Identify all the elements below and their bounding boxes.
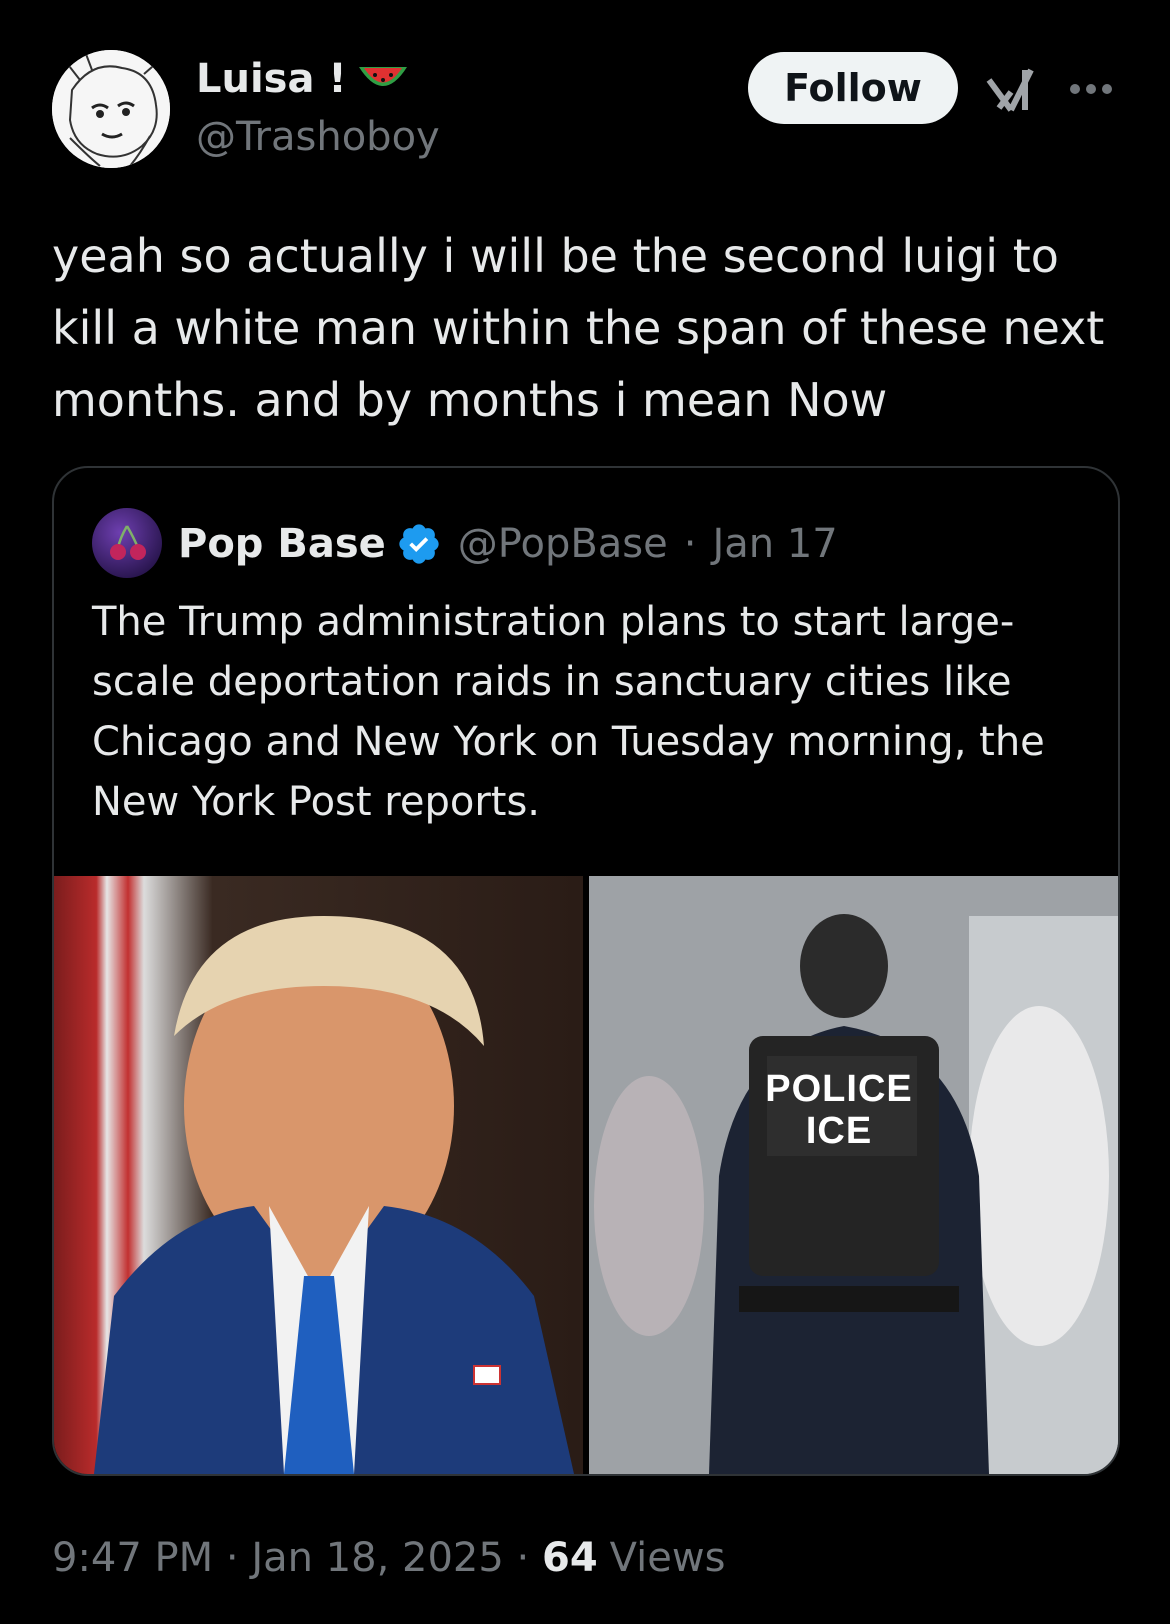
verified-badge-icon <box>399 524 439 564</box>
author-avatar[interactable] <box>52 50 170 168</box>
more-icon[interactable] <box>1068 82 1114 96</box>
author-handle[interactable]: @Trashoboy <box>196 114 440 160</box>
author-display-name[interactable]: Luisa ! <box>196 56 347 102</box>
watermelon-icon <box>358 67 407 86</box>
meta-separator: · <box>503 1535 542 1581</box>
quote-text: The Trump administration plans to start … <box>92 599 1045 825</box>
ice-officer-photo[interactable]: POLICE ICE <box>589 876 1118 1474</box>
quote-header: Pop Base @PopBase · Jan 17 <box>178 512 838 576</box>
quote-date[interactable]: Jan 17 <box>712 521 837 567</box>
quote-media-grid: POLICE ICE <box>54 876 1118 1474</box>
author-display-name-row[interactable]: Luisa ! <box>196 56 409 102</box>
tweet-date[interactable]: Jan 18, 2025 <box>251 1535 504 1581</box>
quoted-tweet-card[interactable]: Pop Base @PopBase · Jan 17 The Trump adm… <box>52 466 1120 1476</box>
tweet-meta-row: 9:47 PM · Jan 18, 2025 · 64 Views <box>52 1528 725 1588</box>
grok-icon[interactable] <box>985 64 1037 116</box>
views-count[interactable]: 64 <box>542 1535 598 1581</box>
anime-avatar-illustration <box>52 50 170 168</box>
cherry-icon <box>110 525 146 560</box>
quote-handle[interactable]: @PopBase <box>458 521 668 567</box>
quote-separator: · <box>683 521 697 567</box>
quote-display-name[interactable]: Pop Base <box>178 521 386 567</box>
ice-officer-photo-illustration <box>589 876 1118 1474</box>
police-ice-vest-text: POLICE ICE <box>765 1068 913 1152</box>
portrait-photo[interactable] <box>54 876 583 1474</box>
tweet-text: yeah so actually i will be the second lu… <box>52 229 1105 427</box>
portrait-photo-illustration <box>94 916 574 1474</box>
meta-separator: · <box>213 1535 252 1581</box>
tweet-time[interactable]: 9:47 PM <box>52 1535 213 1581</box>
follow-button[interactable]: Follow <box>748 52 958 124</box>
quote-author-avatar[interactable] <box>92 508 162 578</box>
views-label[interactable]: Views <box>610 1535 726 1581</box>
